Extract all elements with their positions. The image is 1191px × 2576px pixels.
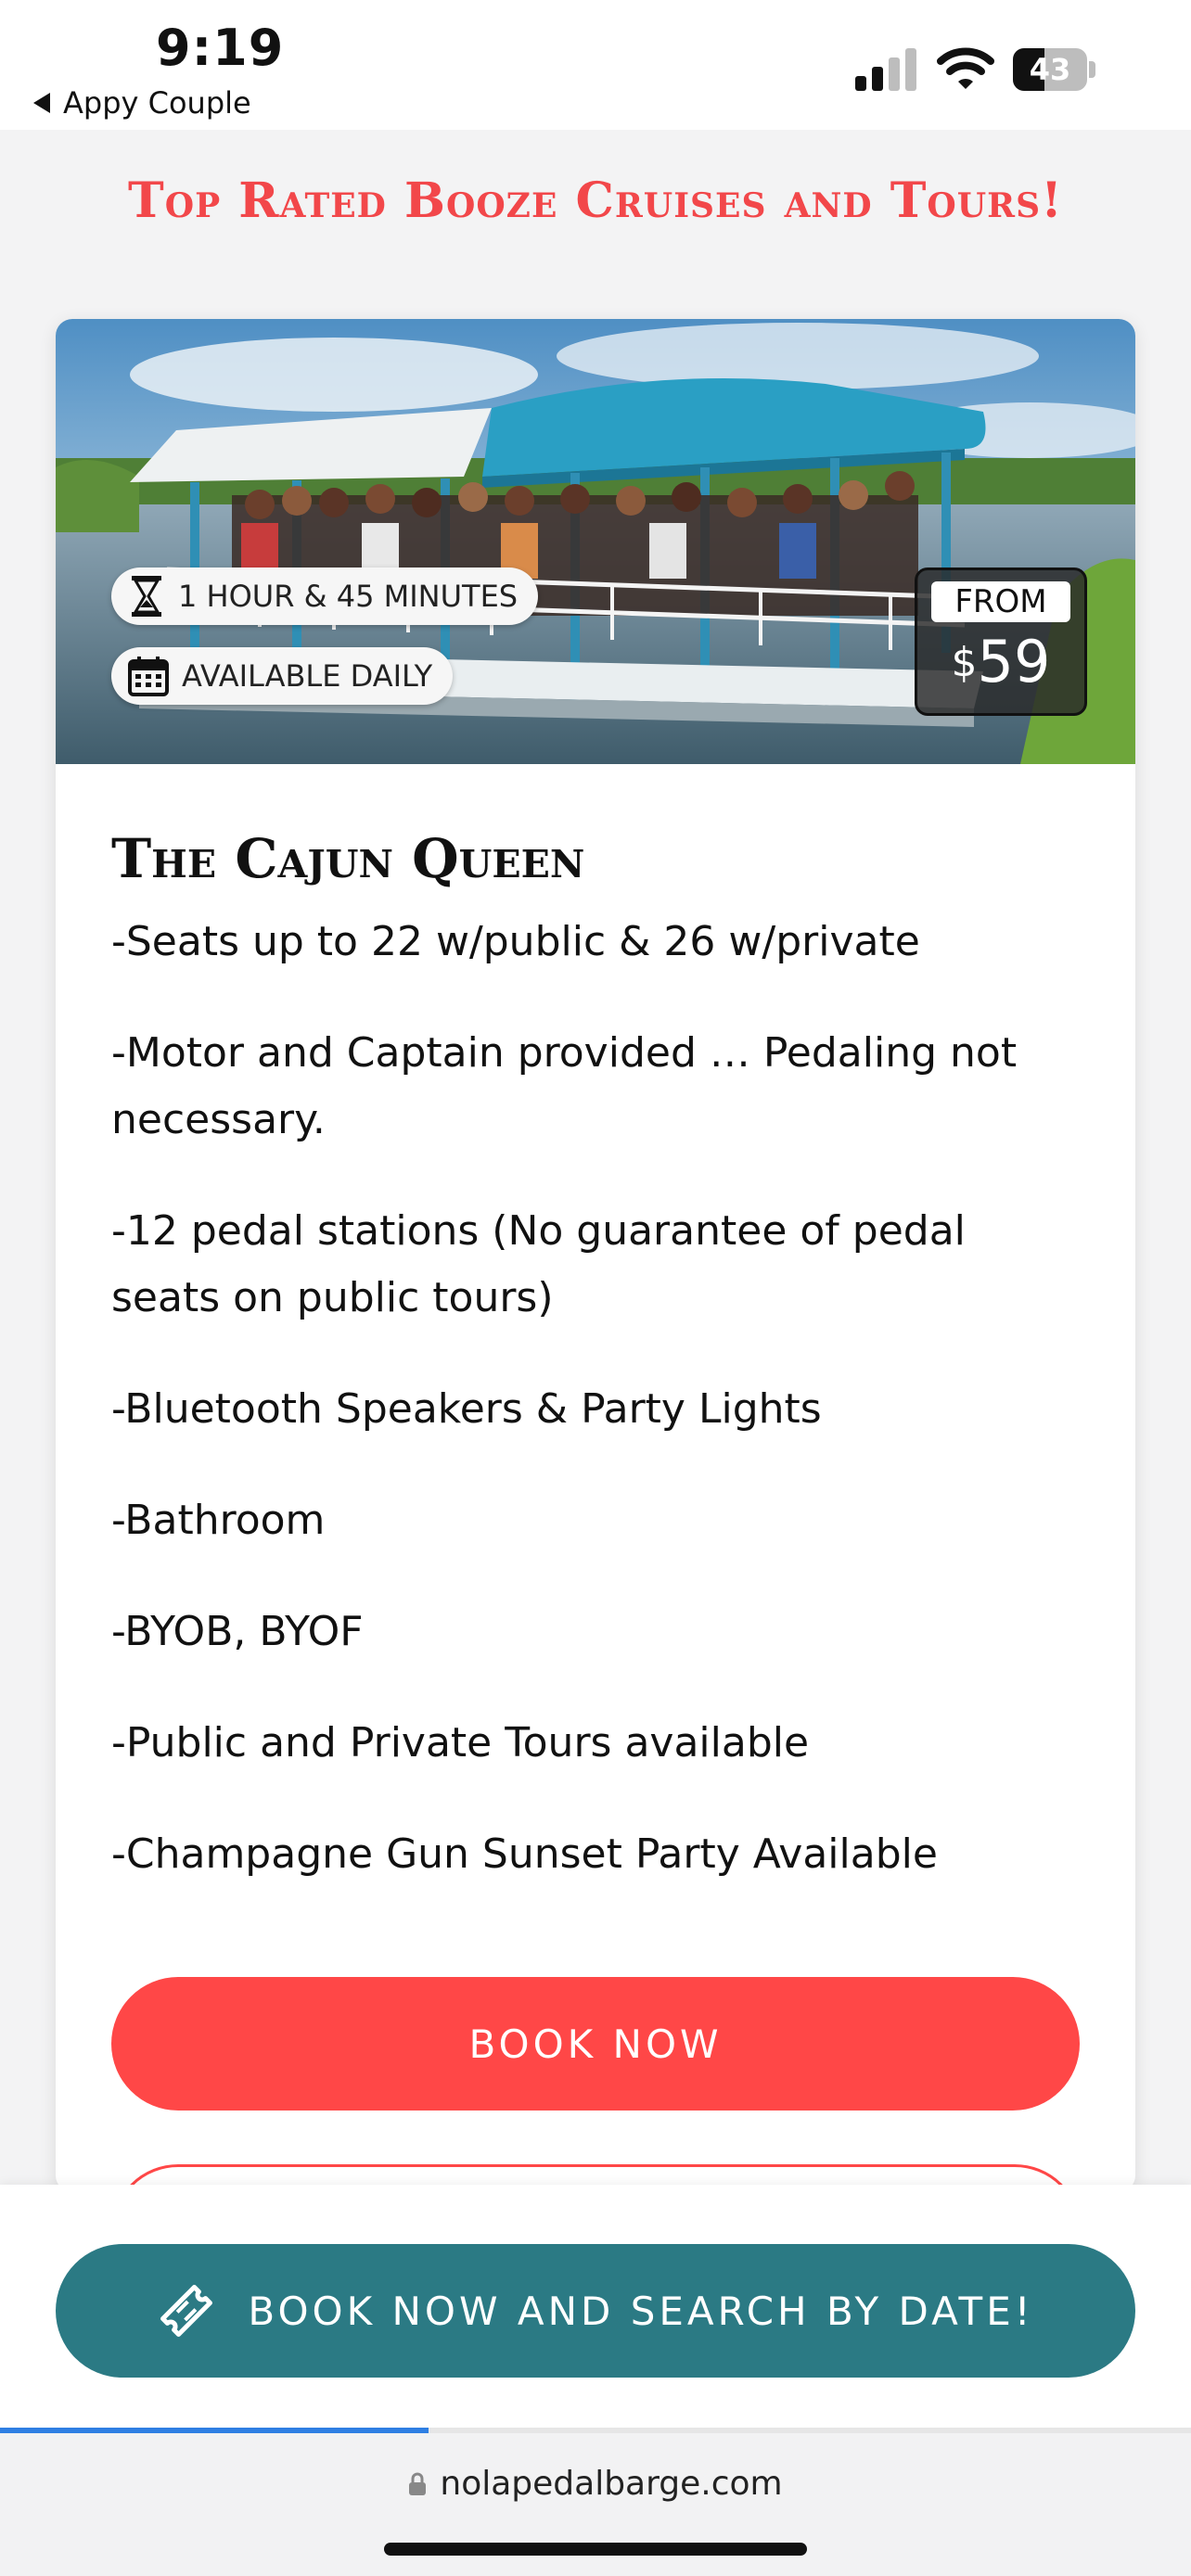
home-indicator[interactable] (384, 2543, 807, 2556)
back-arrow-icon (33, 93, 50, 113)
feature-item: -12 pedal stations (No guarantee of peda… (111, 1207, 966, 1321)
back-to-app-link[interactable]: Appy Couple (33, 85, 251, 121)
feature-item: -Motor and Captain provided … Pedaling n… (111, 1029, 1018, 1143)
battery-level: 43 (1029, 52, 1071, 87)
lock-icon (409, 2472, 427, 2495)
calendar-icon (128, 657, 169, 696)
duration-text: 1 HOUR & 45 MINUTES (178, 579, 519, 614)
tour-details: The Cajun Queen -Seats up to 22 w/public… (111, 827, 1080, 1888)
tour-title: The Cajun Queen (111, 827, 585, 890)
book-now-button[interactable]: BOOK NOW (111, 1977, 1080, 2111)
url-text: nolapedalbarge.com (440, 2465, 783, 2503)
feature-item: -Champagne Gun Sunset Party Available (111, 1830, 938, 1878)
url-display[interactable]: nolapedalbarge.com (0, 2465, 1191, 2503)
book-and-search-label: BOOK NOW AND SEARCH BY DATE! (248, 2288, 1034, 2334)
ticket-icon (160, 2285, 213, 2337)
battery-icon: 43 (1013, 48, 1096, 91)
book-and-search-by-date-button[interactable]: BOOK NOW AND SEARCH BY DATE! (56, 2244, 1135, 2378)
feature-item: -Seats up to 22 w/public & 26 w/private (111, 918, 920, 965)
price-currency: $ (951, 639, 978, 686)
page-heading: Top Rated Booze Cruises and Tours! (128, 172, 1063, 229)
browser-address-bar[interactable]: nolapedalbarge.com (0, 2433, 1191, 2576)
clock: 9:19 (156, 19, 285, 77)
price-amount: $59 (917, 630, 1084, 695)
availability-badge: AVAILABLE DAILY (111, 647, 454, 705)
cellular-signal-icon (855, 48, 916, 91)
price-badge: FROM $59 (915, 567, 1087, 716)
back-app-label: Appy Couple (63, 85, 251, 121)
hourglass-icon (132, 576, 161, 617)
feature-item: -BYOB, BYOF (111, 1608, 364, 1655)
duration-badge: 1 HOUR & 45 MINUTES (111, 567, 539, 625)
price-value: 59 (977, 628, 1051, 695)
availability-text: AVAILABLE DAILY (182, 658, 433, 694)
feature-item: -Bathroom (111, 1497, 326, 1544)
tour-card: 1 HOUR & 45 MINUTES AVAILABLE DAILY FROM… (56, 319, 1135, 2192)
wifi-icon (937, 47, 994, 89)
feature-item: -Public and Private Tours available (111, 1719, 810, 1766)
feature-item: -Bluetooth Speakers & Party Lights (111, 1385, 822, 1433)
price-from-label: FROM (931, 581, 1070, 622)
status-bar: 9:19 Appy Couple 43 (0, 0, 1191, 130)
sticky-cta-bar: BOOK NOW AND SEARCH BY DATE! (0, 2185, 1191, 2429)
